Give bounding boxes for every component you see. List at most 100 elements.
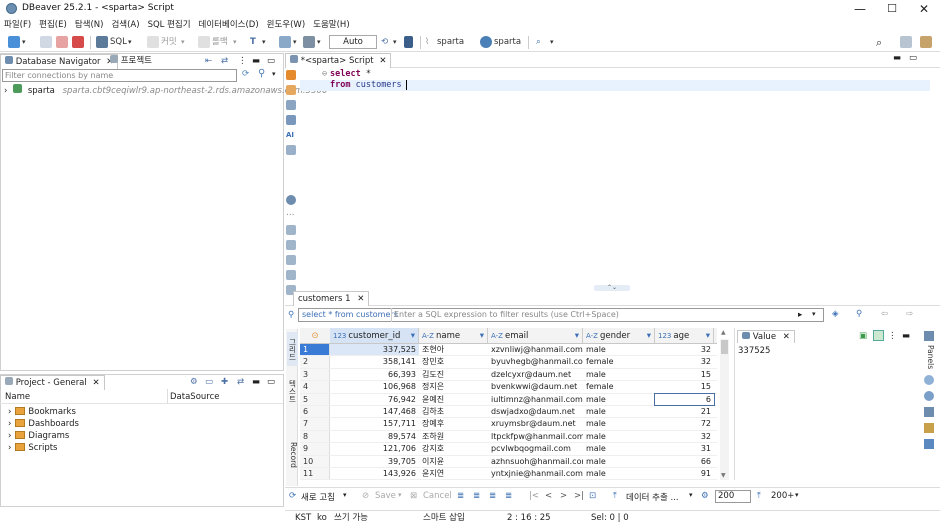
fetch-more-button[interactable]: 200+ [771,491,794,501]
save-script-icon[interactable] [286,240,296,250]
record-tab[interactable]: Record [287,437,298,473]
sql-dropdown-icon[interactable]: ▾ [128,35,132,50]
column-header-gender[interactable]: A-Z gender ▾ [583,328,655,343]
menu-file[interactable]: 파일(F) [0,18,35,33]
invalidate-icon[interactable] [56,36,68,48]
sql-editor-icon[interactable] [96,36,108,48]
open-folder-icon[interactable] [286,145,296,155]
expand-arrow-icon[interactable]: › [8,419,11,429]
expand-arrow-icon[interactable]: › [8,407,11,417]
calculator-icon[interactable] [924,423,934,433]
save-icon[interactable]: ⊘ [362,491,369,501]
text-tab[interactable]: 텍스트 [287,374,298,408]
connection-filter-input[interactable]: Filter connections by name [2,69,237,82]
auto-apply-icon[interactable] [873,330,884,341]
connection-tree-item[interactable]: › sparta sparta.cbt9ceqiwlr9.ap-northeas… [4,84,327,96]
value-content[interactable]: 337525 [738,346,770,356]
sort-icon[interactable]: ▾ [647,328,651,343]
maximize-button[interactable]: ☐ [878,0,906,18]
cell-name[interactable]: 장민호 [419,356,488,367]
schema-icon[interactable] [480,36,492,48]
cell-gender[interactable]: male [583,456,655,467]
filter-settings-icon[interactable]: ⟳ [242,69,249,79]
delete-row-icon[interactable]: ≣ [505,491,512,501]
close-button[interactable]: ✕ [910,0,938,18]
link-icon[interactable]: ⇄ [237,375,244,389]
cell-age[interactable]: 66 [655,456,714,467]
rollback-button[interactable]: 롤백 [212,35,228,50]
sort-icon[interactable]: ▾ [706,328,710,343]
cell-customer-id[interactable]: 66,393 [330,369,419,380]
column-name-header[interactable]: Name [5,392,30,402]
commit-button[interactable]: 커밋 [161,35,177,50]
cell-gender[interactable]: female [583,356,655,367]
row-number[interactable]: 9 [300,443,330,455]
commit-dropdown-icon[interactable]: ▾ [181,35,185,50]
table-row[interactable]: 5 76,942 윤예진 iultimnz@hanmail.com male 6 [300,392,717,406]
value-menu-icon[interactable]: ⋮ [888,331,897,341]
fold-marker-icon[interactable]: ⊖ [322,69,327,80]
refs-icon[interactable] [924,391,934,401]
value-viewer-icon[interactable] [924,439,934,449]
history-icon[interactable]: ⟲ [381,35,388,50]
cancel-button[interactable]: Cancel [423,491,452,501]
cell-customer-id[interactable]: 337,525 [330,344,419,356]
menu-window[interactable]: 윈도우(W) [263,18,310,33]
plug-icon[interactable]: ⌇ [425,35,429,50]
close-tab-icon[interactable]: ✕ [92,378,99,388]
tab-project[interactable]: 프로젝트 [110,54,152,68]
cell-gender[interactable]: male [583,468,655,479]
scroll-up-icon[interactable]: ▲ [721,329,726,336]
cell-gender[interactable]: female [583,381,655,392]
perspective-icon[interactable] [900,36,912,48]
search-icon[interactable]: ⌕ [536,35,541,50]
project-item-scripts[interactable]: › Scripts [8,442,58,454]
cell-email[interactable]: xruymsbr@daum.net [488,418,583,429]
menu-navigate[interactable]: 탐색(N) [71,18,108,33]
disconnect-icon[interactable] [72,36,84,48]
execute-statement-icon[interactable] [286,70,296,80]
cell-customer-id[interactable]: 39,705 [330,456,419,467]
project-item-diagrams[interactable]: › Diagrams [8,430,69,442]
print-icon[interactable] [303,36,315,48]
row-number[interactable]: 8 [300,430,330,443]
cell-email[interactable]: byuvhegb@hanmail.com [488,356,583,367]
menu-edit[interactable]: 편집(E) [35,18,71,33]
cell-customer-id[interactable]: 121,706 [330,443,419,454]
format-icon[interactable] [286,270,296,280]
select-all-icon[interactable]: ⊙ [300,328,330,343]
tab-value[interactable]: Value ✕ [737,330,795,343]
explain-plan-icon[interactable] [286,100,296,110]
table-row[interactable]: 6 147,468 김하초 dswjadxo@daum.net male 21 [300,405,717,419]
close-tab-icon[interactable]: ✕ [783,332,790,342]
link-with-editor-icon[interactable]: ⇄ [221,54,228,68]
more-icon[interactable]: … [286,209,296,220]
search-dropdown-icon[interactable]: ▾ [550,35,554,50]
expand-arrow-icon[interactable]: › [4,86,7,96]
panels-tab[interactable]: Panels [924,344,935,370]
row-number[interactable]: 4 [300,381,330,393]
view-menu-icon[interactable]: ⋮ [238,54,247,68]
panels-icon[interactable] [924,331,934,341]
menu-help[interactable]: 도움말(H) [309,18,353,33]
row-number[interactable]: 10 [300,455,330,467]
forward-icon[interactable]: ⇨ [906,309,913,319]
table-row[interactable]: 8 89,574 조하원 ltpckfpw@hanmail.com male 32 [300,430,717,444]
column-header-name[interactable]: A-Z name ▾ [419,328,488,343]
cell-email[interactable]: xzvnliwj@hanmail.com [488,344,583,355]
cell-name[interactable]: 강지호 [419,443,488,454]
menu-search[interactable]: 검색(A) [107,18,143,33]
cell-name[interactable]: 김도진 [419,369,488,380]
eraser-icon[interactable]: ◈ [832,309,839,319]
cell-age[interactable]: 15 [655,369,714,380]
next-page-icon[interactable]: > [560,491,567,501]
cell-age[interactable]: 21 [655,406,714,417]
cell-age[interactable]: 6 [654,392,715,406]
active-schema[interactable]: sparta [494,35,521,50]
maximize-view-icon[interactable]: ▭ [267,375,275,389]
cell-customer-id[interactable]: 147,468 [330,406,419,417]
project-item-dashboards[interactable]: › Dashboards [8,418,79,430]
refresh-icon[interactable]: ⟳ [289,491,296,501]
table-row[interactable]: 3 66,393 김도진 dzelcyxr@daum.net male 15 [300,368,717,382]
minimize-view-icon[interactable]: ▬ [902,331,910,341]
